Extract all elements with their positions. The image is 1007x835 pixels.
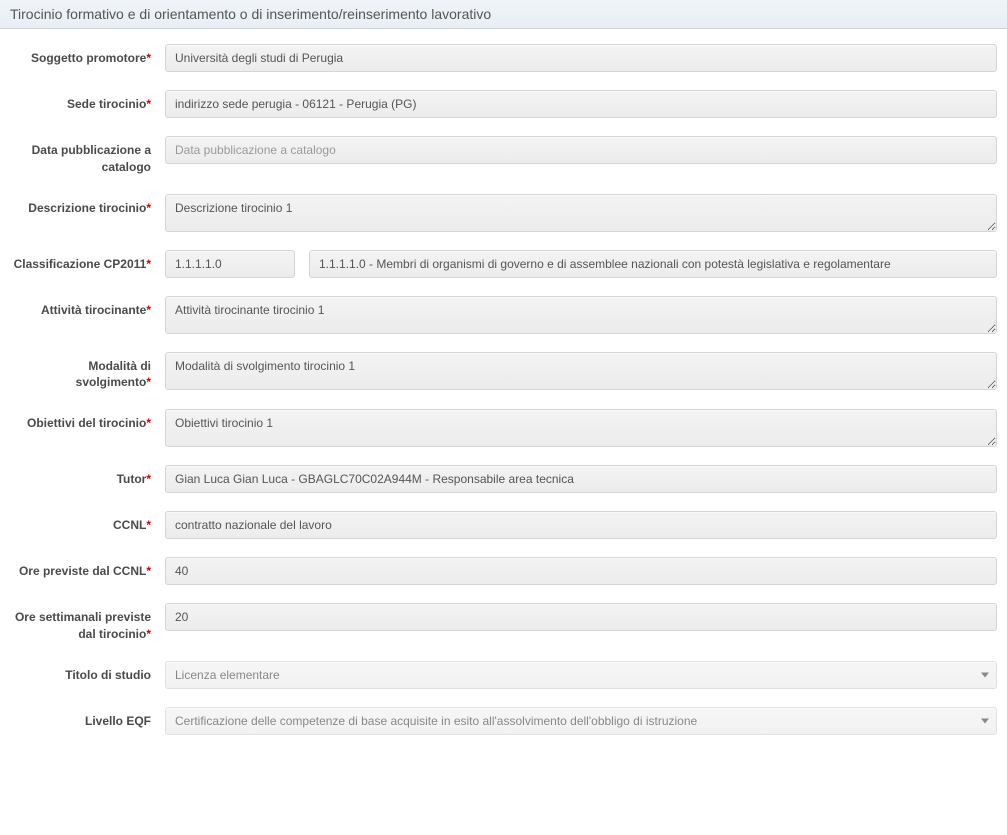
label-text: Ore settimanali previste dal tirocinio: [15, 610, 151, 641]
label-text: Descrizione tirocinio: [28, 201, 146, 215]
form-container: Soggetto promotore* Sede tirocinio* Data…: [0, 29, 1007, 735]
input-ccnl[interactable]: [165, 511, 997, 539]
row-soggetto-promotore: Soggetto promotore*: [10, 44, 997, 72]
required-mark: *: [146, 97, 151, 111]
row-attivita-tirocinante: Attività tirocinante* Attività tirocinan…: [10, 296, 997, 334]
select-wrap-livello-eqf: Certificazione delle competenze di base …: [165, 707, 997, 735]
input-cp2011-code[interactable]: [165, 250, 295, 278]
label-livello-eqf: Livello EQF: [10, 707, 165, 730]
input-soggetto-promotore[interactable]: [165, 44, 997, 72]
label-ore-ccnl: Ore previste dal CCNL*: [10, 557, 165, 580]
label-classificazione-cp2011: Classificazione CP2011*: [10, 250, 165, 273]
label-text: Soggetto promotore: [31, 51, 146, 65]
select-livello-eqf[interactable]: Certificazione delle competenze di base …: [165, 707, 997, 735]
row-ore-ccnl: Ore previste dal CCNL*: [10, 557, 997, 585]
row-obiettivi-tirocinio: Obiettivi del tirocinio* Obiettivi tiroc…: [10, 409, 997, 447]
row-data-pubblicazione: Data pubblicazione a catalogo: [10, 136, 997, 176]
select-wrap-titolo-studio: Licenza elementare: [165, 661, 997, 689]
required-mark: *: [146, 564, 151, 578]
label-text: Data pubblicazione a catalogo: [32, 143, 151, 174]
label-text: Attività tirocinante: [41, 303, 146, 317]
required-mark: *: [146, 51, 151, 65]
row-tutor: Tutor*: [10, 465, 997, 493]
label-sede-tirocinio: Sede tirocinio*: [10, 90, 165, 113]
required-mark: *: [146, 375, 151, 389]
label-text: Sede tirocinio: [67, 97, 146, 111]
input-data-pubblicazione[interactable]: [165, 136, 997, 164]
textarea-attivita-tirocinante[interactable]: Attività tirocinante tirocinio 1: [165, 296, 997, 334]
required-mark: *: [146, 416, 151, 430]
label-tutor: Tutor*: [10, 465, 165, 488]
select-titolo-studio[interactable]: Licenza elementare: [165, 661, 997, 689]
label-text: Titolo di studio: [65, 668, 151, 682]
input-ore-settimanali[interactable]: [165, 603, 997, 631]
row-descrizione-tirocinio: Descrizione tirocinio* Descrizione tiroc…: [10, 194, 997, 232]
label-modalita-svolgimento: Modalità di svolgimento*: [10, 352, 165, 392]
row-ccnl: CCNL*: [10, 511, 997, 539]
input-sede-tirocinio[interactable]: [165, 90, 997, 118]
label-descrizione-tirocinio: Descrizione tirocinio*: [10, 194, 165, 217]
label-text: Livello EQF: [85, 714, 151, 728]
row-ore-settimanali: Ore settimanali previste dal tirocinio*: [10, 603, 997, 643]
input-tutor[interactable]: [165, 465, 997, 493]
row-titolo-studio: Titolo di studio Licenza elementare: [10, 661, 997, 689]
required-mark: *: [146, 627, 151, 641]
required-mark: *: [146, 257, 151, 271]
textarea-descrizione-tirocinio[interactable]: Descrizione tirocinio 1: [165, 194, 997, 232]
label-titolo-studio: Titolo di studio: [10, 661, 165, 684]
label-attivita-tirocinante: Attività tirocinante*: [10, 296, 165, 319]
label-data-pubblicazione: Data pubblicazione a catalogo: [10, 136, 165, 176]
row-livello-eqf: Livello EQF Certificazione delle compete…: [10, 707, 997, 735]
label-text: Obiettivi del tirocinio: [27, 416, 146, 430]
label-ccnl: CCNL*: [10, 511, 165, 534]
row-sede-tirocinio: Sede tirocinio*: [10, 90, 997, 118]
page-title: Tirocinio formativo e di orientamento o …: [10, 6, 491, 22]
textarea-obiettivi-tirocinio[interactable]: Obiettivi tirocinio 1: [165, 409, 997, 447]
required-mark: *: [146, 472, 151, 486]
label-text: Ore previste dal CCNL: [19, 564, 146, 578]
required-mark: *: [146, 518, 151, 532]
label-text: Classificazione CP2011: [14, 257, 147, 271]
label-text: Tutor: [117, 472, 147, 486]
page-header: Tirocinio formativo e di orientamento o …: [0, 0, 1007, 29]
row-classificazione-cp2011: Classificazione CP2011*: [10, 250, 997, 278]
label-obiettivi-tirocinio: Obiettivi del tirocinio*: [10, 409, 165, 432]
label-ore-settimanali: Ore settimanali previste dal tirocinio*: [10, 603, 165, 643]
textarea-modalita-svolgimento[interactable]: Modalità di svolgimento tirocinio 1: [165, 352, 997, 390]
row-modalita-svolgimento: Modalità di svolgimento* Modalità di svo…: [10, 352, 997, 392]
label-text: Modalità di svolgimento: [76, 359, 151, 390]
input-cp2011-desc[interactable]: [309, 250, 997, 278]
required-mark: *: [146, 201, 151, 215]
required-mark: *: [146, 303, 151, 317]
input-ore-ccnl[interactable]: [165, 557, 997, 585]
label-soggetto-promotore: Soggetto promotore*: [10, 44, 165, 67]
label-text: CCNL: [113, 518, 146, 532]
